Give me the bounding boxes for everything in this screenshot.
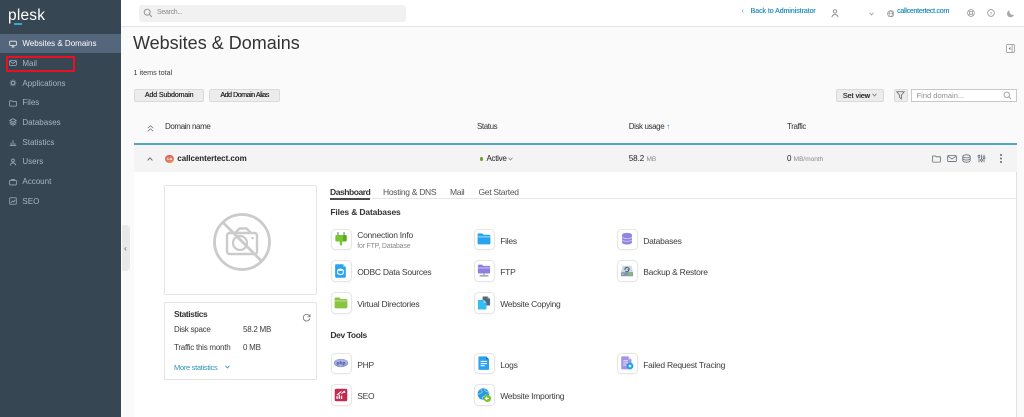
svg-text:php: php xyxy=(337,361,346,367)
svg-text:?: ? xyxy=(990,11,993,16)
